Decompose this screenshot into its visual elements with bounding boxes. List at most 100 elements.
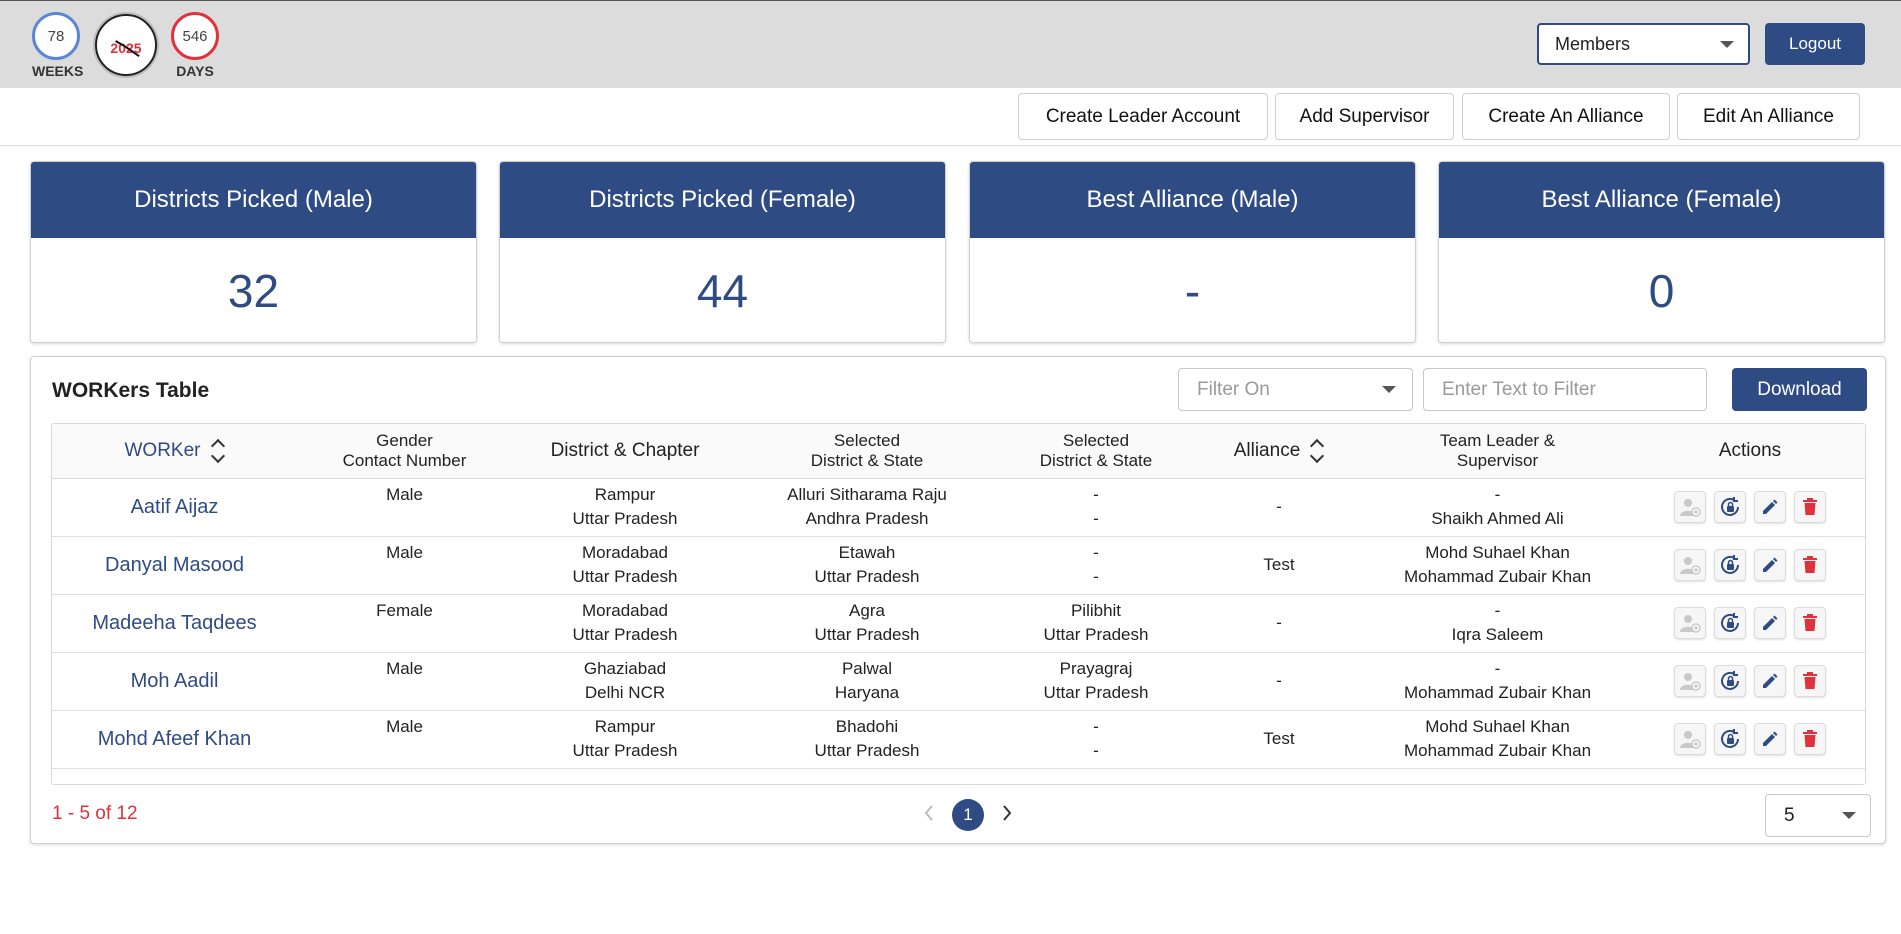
sort-icon[interactable] [1310,437,1324,465]
district-chapter-cell: Moradabad Uttar Pradesh [512,594,738,653]
stat-card-title: Best Alliance (Male) [970,162,1415,238]
col-team-label-a: Team Leader & [1439,430,1556,450]
delete-trash-icon[interactable] [1794,491,1826,523]
download-button[interactable]: Download [1732,368,1867,411]
actions-cell [1633,652,1865,711]
lock-reset-icon[interactable] [1714,491,1746,523]
actions-cell [1633,594,1865,653]
selected1-state: Haryana [834,683,900,702]
selected1-state: Uttar Pradesh [814,567,920,586]
table-row: Madeeha Taqdees Female Moradabad Uttar Prad… [52,594,1865,653]
selected2-district: Pilibhit [1070,601,1122,620]
alliance-cell: Test [1196,710,1362,769]
delete-trash-icon[interactable] [1794,607,1826,639]
edit-pencil-icon[interactable] [1754,723,1786,755]
filter-text-input[interactable] [1423,368,1707,411]
stat-card-value: - [1184,265,1201,317]
sort-icon[interactable] [211,437,225,465]
person-add-icon[interactable] [1674,607,1706,639]
team-leader: Mohd Suhael Khan [1425,717,1570,736]
col-gender-label: Gender [376,430,433,450]
chapter-value: Uttar Pradesh [572,567,678,586]
district-chapter-cell: Moradabad Uttar Pradesh [512,536,738,595]
worker-name-link[interactable]: Moh Aadil [52,652,297,711]
person-add-icon[interactable] [1674,665,1706,697]
col-worker-header[interactable]: WORKer [52,424,297,479]
selected1-cell: Bhadohi Uttar Pradesh [738,710,996,769]
chapter-value: Uttar Pradesh [572,741,678,760]
stat-card-districts-female: Districts Picked (Female) 44 [499,161,946,343]
edit-alliance-button[interactable]: Edit An Alliance [1677,93,1860,140]
worker-name-link[interactable]: Mohd Afeef Khan [52,710,297,769]
actions-cell [1633,478,1865,537]
days-label: DAYS [176,63,214,79]
gender-value: Female [376,600,433,620]
weeks-label: WEEKS [32,63,84,79]
selected1-district: Bhadohi [835,717,899,736]
edit-pencil-icon[interactable] [1754,549,1786,581]
edit-pencil-icon[interactable] [1754,607,1786,639]
weeks-ring: 78 [32,12,80,60]
days-value: 546 [182,27,208,45]
person-add-icon[interactable] [1674,549,1706,581]
rows-per-page-dropdown[interactable]: 5 [1765,794,1871,837]
chevron-right-icon[interactable] [996,799,1018,827]
create-alliance-button[interactable]: Create An Alliance [1462,93,1670,140]
chevron-left-icon[interactable] [918,799,940,827]
worker-name-link[interactable]: Madeeha Taqdees [52,594,297,653]
col-selected1-label-b: District & State [810,450,924,470]
district-value: Ghaziabad [583,659,667,678]
col-alliance-header[interactable]: Alliance [1196,424,1362,479]
team-cell: - Shaikh Ahmed Ali [1362,478,1633,537]
top-bar: 78 WEEKS 2025 546 DAYS Members Logout [0,0,1901,88]
district-value: Moradabad [581,601,668,620]
chapter-value: Uttar Pradesh [572,625,678,644]
team-cell: - Mohammad Zubair Khan [1362,652,1633,711]
logout-button[interactable]: Logout [1765,23,1865,65]
caret-down-icon [1382,386,1396,393]
team-cell: Mohd Suhael Khan Mohammad Zubair Khan [1362,536,1633,595]
lock-reset-icon[interactable] [1714,723,1746,755]
col-selected1-label-a: Selected [833,430,901,450]
create-leader-account-button[interactable]: Create Leader Account [1018,93,1268,140]
actions-cell [1633,536,1865,595]
stat-card-value: 0 [1648,265,1675,317]
rows-per-page-value: 5 [1784,804,1795,826]
page-number-button[interactable]: 1 [952,799,984,831]
workers-table-panel: WORKers Table Filter On Download WORKer … [30,356,1886,844]
selected2-cell: -- [996,536,1196,595]
lock-reset-icon[interactable] [1714,665,1746,697]
table-header-row: WORKer Gender Contact Number District & C… [52,424,1865,479]
selected2-district: - [1093,485,1099,504]
members-dropdown[interactable]: Members [1537,23,1750,65]
lock-reset-icon[interactable] [1714,549,1746,581]
stat-card-districts-male: Districts Picked (Male) 32 [30,161,477,343]
members-dropdown-value: Members [1555,33,1631,54]
stat-card-best-alliance-male: Best Alliance (Male) - [969,161,1416,343]
delete-trash-icon[interactable] [1794,723,1826,755]
col-team-header: Team Leader & Supervisor [1362,424,1633,479]
col-gender-header: Gender Contact Number [297,424,512,479]
selected2-state: Uttar Pradesh [1043,683,1149,702]
col-actions-header: Actions [1633,424,1865,479]
delete-trash-icon[interactable] [1794,549,1826,581]
worker-name-link[interactable]: Aatif Aijaz [52,478,297,537]
table-row: Moh Aadil Male Ghaziabad Delhi NCR Palwal Har… [52,652,1865,711]
lock-reset-icon[interactable] [1714,607,1746,639]
selected2-district: - [1093,717,1099,736]
worker-name-link[interactable]: Danyal Masood [52,536,297,595]
filter-on-dropdown[interactable]: Filter On [1178,368,1413,411]
chapter-value: Uttar Pradesh [572,509,678,528]
delete-trash-icon[interactable] [1794,665,1826,697]
edit-pencil-icon[interactable] [1754,491,1786,523]
selected1-cell: Agra Uttar Pradesh [738,594,996,653]
workers-table: WORKer Gender Contact Number District & C… [51,423,1866,785]
selected1-state: Andhra Pradesh [805,509,929,528]
selected2-cell: -- [996,478,1196,537]
person-add-icon[interactable] [1674,491,1706,523]
edit-pencil-icon[interactable] [1754,665,1786,697]
alliance-cell: - [1196,478,1362,537]
person-add-icon[interactable] [1674,723,1706,755]
add-supervisor-button[interactable]: Add Supervisor [1275,93,1454,140]
workers-table-title: WORKers Table [52,379,210,402]
